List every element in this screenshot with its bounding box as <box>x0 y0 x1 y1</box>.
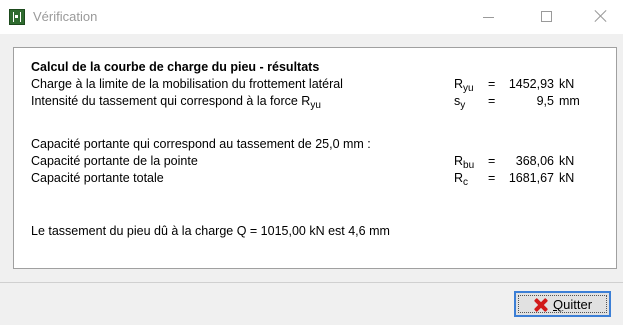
result-label-sy: Intensité du tassement qui correspond à … <box>31 94 321 111</box>
quit-button[interactable]: Quitter <box>514 291 611 317</box>
results-panel: Calcul de la courbe de charge du pieu - … <box>13 47 617 269</box>
result-unit-ryu: kN <box>559 77 575 91</box>
window-title: Vérification <box>33 9 98 24</box>
result-symbol-sy: sy <box>454 94 466 111</box>
maximize-button[interactable] <box>525 0 571 34</box>
title-bar: Vérification <box>0 0 623 34</box>
result-label-ryu: Charge à la limite de la mobilisation du… <box>31 77 343 91</box>
close-button[interactable] <box>579 0 623 34</box>
capacity-intro: Capacité portante qui correspond au tass… <box>31 137 371 151</box>
minimize-icon <box>483 17 494 18</box>
footer-divider <box>0 282 623 283</box>
capacity-unit-rc: kN <box>559 171 575 185</box>
results-heading: Calcul de la courbe de charge du pieu - … <box>31 60 320 74</box>
result-value-ryu: 1452,93 <box>508 77 554 91</box>
red-x-icon <box>534 298 548 312</box>
capacity-label-rbu: Capacité portante de la pointe <box>31 154 198 168</box>
close-icon <box>594 9 608 23</box>
capacity-value-rbu: 368,06 <box>515 154 554 168</box>
result-symbol-ryu: Ryu <box>454 77 474 94</box>
minimize-button[interactable] <box>466 0 512 34</box>
capacity-value-rc: 1681,67 <box>508 171 554 185</box>
capacity-unit-rbu: kN <box>559 154 575 168</box>
maximize-icon <box>541 11 552 22</box>
capacity-label-rc: Capacité portante totale <box>31 171 164 185</box>
result-value-sy: 9,5 <box>536 94 554 108</box>
result-unit-sy: mm <box>559 94 580 108</box>
app-icon <box>9 9 25 25</box>
capacity-symbol-rbu: Rbu <box>454 154 475 171</box>
quit-button-label: Quitter <box>553 297 593 312</box>
capacity-symbol-rc: Rc <box>454 171 469 188</box>
settlement-result: Le tassement du pieu dû à la charge Q = … <box>31 224 390 238</box>
